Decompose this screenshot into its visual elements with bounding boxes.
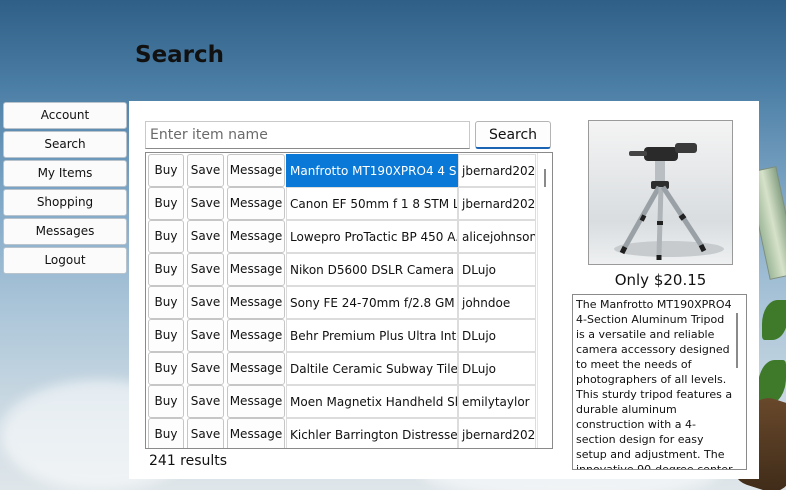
save-button[interactable]: Save — [187, 187, 224, 220]
table-row[interactable]: Buy Save Message Lowepro ProTactic BP 450 A… — [148, 220, 536, 253]
item-name[interactable]: Moen Magnetix Handheld Sh... — [286, 385, 458, 418]
seller-name: jbernard2024 — [458, 154, 536, 187]
item-name[interactable]: Daltile Ceramic Subway Tile — [286, 352, 458, 385]
buy-button[interactable]: Buy — [148, 286, 184, 319]
seller-name: johndoe — [458, 286, 536, 319]
message-button[interactable]: Message — [227, 418, 285, 448]
message-button[interactable]: Message — [227, 187, 285, 220]
message-button[interactable]: Message — [227, 385, 285, 418]
nav-logout-button[interactable]: Logout — [3, 247, 127, 274]
table-row[interactable]: Buy Save Message Daltile Ceramic Subway Til… — [148, 352, 536, 385]
save-button[interactable]: Save — [187, 418, 224, 448]
search-button[interactable]: Search — [475, 121, 551, 149]
save-button[interactable]: Save — [187, 352, 224, 385]
message-button[interactable]: Message — [227, 154, 285, 187]
item-name[interactable]: Kichler Barrington Distressed ... — [286, 418, 458, 448]
table-row[interactable]: Buy Save Message Kichler Barrington Distres… — [148, 418, 536, 448]
seller-name: DLujo — [458, 319, 536, 352]
buy-button[interactable]: Buy — [148, 253, 184, 286]
buy-button[interactable]: Buy — [148, 385, 184, 418]
buy-button[interactable]: Buy — [148, 352, 184, 385]
scrollbar-thumb[interactable] — [544, 169, 546, 187]
buy-button[interactable]: Buy — [148, 418, 184, 448]
search-panel: Search BuySaveMessageManfrotto MT190XPRO… — [129, 101, 759, 479]
seller-name: DLujo — [458, 253, 536, 286]
table-row[interactable]: BuySaveMessageCanon EF 50mm f 1 8 STM Le… — [148, 187, 536, 220]
table-row[interactable]: Buy Save Message Sony FE 24-70mm f/2.8 GM L… — [148, 286, 536, 319]
buy-button[interactable]: Buy — [148, 319, 184, 352]
item-name[interactable]: Behr Premium Plus Ultra Inte... — [286, 319, 458, 352]
product-price: Only $20.15 — [614, 271, 707, 289]
tripod-icon — [614, 143, 724, 260]
buy-button[interactable]: Buy — [148, 154, 184, 187]
buy-button[interactable]: Buy — [148, 187, 184, 220]
nav-shopping-button[interactable]: Shopping — [3, 189, 127, 216]
save-button[interactable]: Save — [187, 319, 224, 352]
message-button[interactable]: Message — [227, 319, 285, 352]
description-scrollbar[interactable] — [736, 313, 738, 368]
table-row[interactable]: Buy Save Message Moen Magnetix Handheld Sh.… — [148, 385, 536, 418]
table-row[interactable]: BuySaveMessageNikon D5600 DSLR Camera w.… — [148, 253, 536, 286]
results-scrollbar[interactable] — [537, 153, 552, 448]
nav-messages-button[interactable]: Messages — [3, 218, 127, 245]
table-row[interactable]: Buy Save Message Behr Premium Plus Ultra In… — [148, 319, 536, 352]
leaf-decoration — [762, 300, 786, 340]
seller-name: jbernard2024 — [458, 187, 536, 220]
item-name[interactable]: Sony FE 24-70mm f/2.8 GM L... — [286, 286, 458, 319]
seller-name: jbernard2024 — [458, 418, 536, 448]
item-name[interactable]: Nikon D5600 DSLR Camera w... — [286, 253, 458, 286]
save-button[interactable]: Save — [187, 286, 224, 319]
table-row[interactable]: Buy Save Message Manfrotto MT190XPRO4 4 Se.… — [148, 154, 536, 187]
product-description-box[interactable]: The Manfrotto MT190XPRO4 4-Section Alumi… — [572, 294, 747, 470]
product-image — [588, 120, 733, 265]
nav-account-button[interactable]: Account — [3, 102, 127, 129]
message-button[interactable]: Message — [227, 253, 285, 286]
save-button[interactable]: Save — [187, 220, 224, 253]
seller-name: alicejohnson — [458, 220, 536, 253]
message-button[interactable]: Message — [227, 220, 285, 253]
item-name[interactable]: Manfrotto MT190XPRO4 4 Se... — [286, 154, 458, 187]
page-title: Search — [135, 42, 225, 68]
save-button[interactable]: Save — [187, 253, 224, 286]
item-name[interactable]: Canon EF 50mm f 1 8 STM Le... — [286, 187, 458, 220]
message-button[interactable]: Message — [227, 352, 285, 385]
result-count: 241 results — [149, 453, 228, 469]
message-button[interactable]: Message — [227, 286, 285, 319]
nav-search-button[interactable]: Search — [3, 131, 127, 158]
save-button[interactable]: Save — [187, 154, 224, 187]
search-input[interactable] — [145, 121, 470, 149]
save-button[interactable]: Save — [187, 385, 224, 418]
seller-name: emilytaylor — [458, 385, 536, 418]
buy-button[interactable]: Buy — [148, 220, 184, 253]
seller-name: DLujo — [458, 352, 536, 385]
nav-my-items-button[interactable]: My Items — [3, 160, 127, 187]
sidebar-nav: Account Search My Items Shopping Message… — [3, 102, 127, 276]
item-name[interactable]: Lowepro ProTactic BP 450 A... — [286, 220, 458, 253]
results-list: Buy Save Message Manfrotto MT190XPRO4 4 Se.… — [145, 152, 553, 449]
product-description: The Manfrotto MT190XPRO4 4-Section Alumi… — [576, 298, 733, 470]
